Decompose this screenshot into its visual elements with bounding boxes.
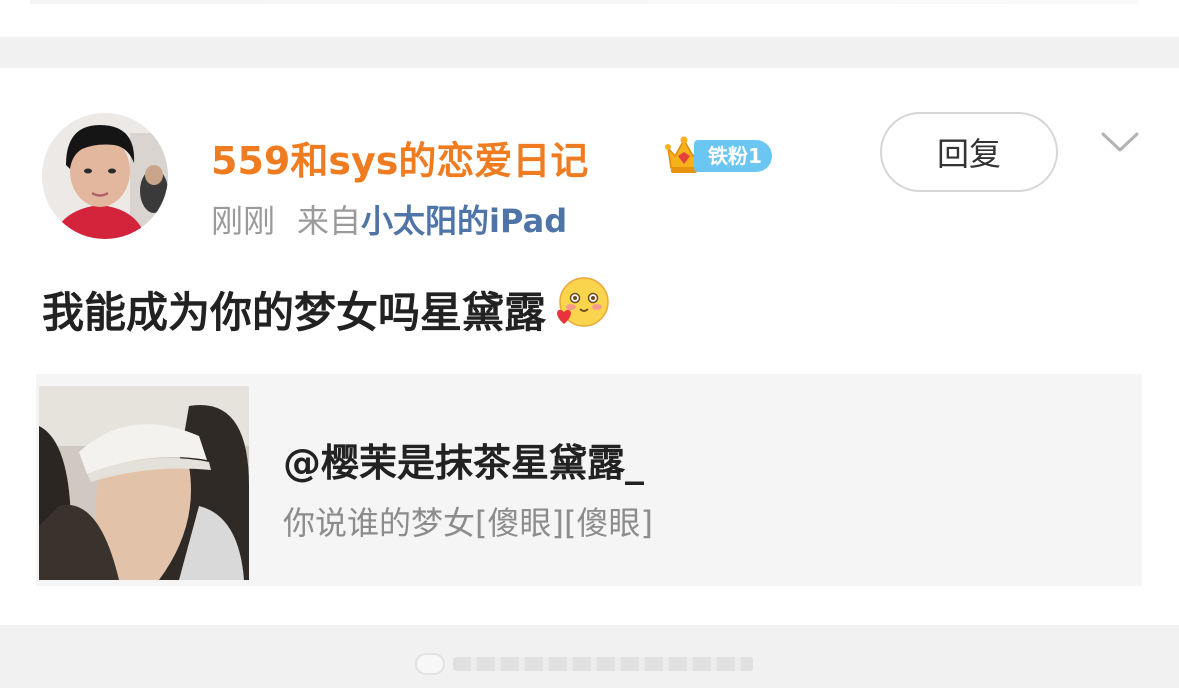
- timestamp: 刚刚: [211, 202, 276, 240]
- avatar[interactable]: [42, 113, 168, 239]
- quoted-post[interactable]: @樱茉是抹茶星黛露_ 你说谁的梦女[傻眼][傻眼]: [36, 374, 1142, 586]
- quoted-username[interactable]: @樱茉是抹茶星黛露_: [283, 432, 644, 487]
- reply-button[interactable]: 回复: [880, 112, 1058, 192]
- comment-card: 559和sys的恋爱日记 铁粉1 刚刚 来自小太阳的iPad 回复 我能成为你的梦…: [0, 68, 1179, 625]
- username[interactable]: 559和sys的恋爱日记: [211, 130, 588, 185]
- watermark-logo-icon: [415, 653, 445, 675]
- comment-content: 我能成为你的梦女吗星黛露: [42, 276, 610, 342]
- source-device[interactable]: 小太阳的iPad: [361, 202, 567, 240]
- previous-card: [0, 0, 1179, 37]
- comment-text: 我能成为你的梦女吗星黛露: [42, 287, 547, 337]
- chevron-down-icon[interactable]: [1100, 130, 1140, 154]
- fan-badge[interactable]: 铁粉1: [664, 134, 776, 178]
- fan-badge-label: 铁粉1: [694, 140, 772, 172]
- watermark: [415, 652, 760, 676]
- watermark-text-blur: [453, 657, 753, 671]
- quoted-text: 你说谁的梦女[傻眼][傻眼]: [283, 504, 653, 542]
- previous-card-edge: [30, 0, 1139, 4]
- source-prefix: 来自: [297, 202, 362, 240]
- card-separator: [0, 37, 1179, 68]
- comment-meta: 刚刚 来自小太阳的iPad: [211, 196, 567, 242]
- quoted-thumbnail[interactable]: [39, 386, 249, 580]
- blush-heart-emoji: [554, 276, 610, 342]
